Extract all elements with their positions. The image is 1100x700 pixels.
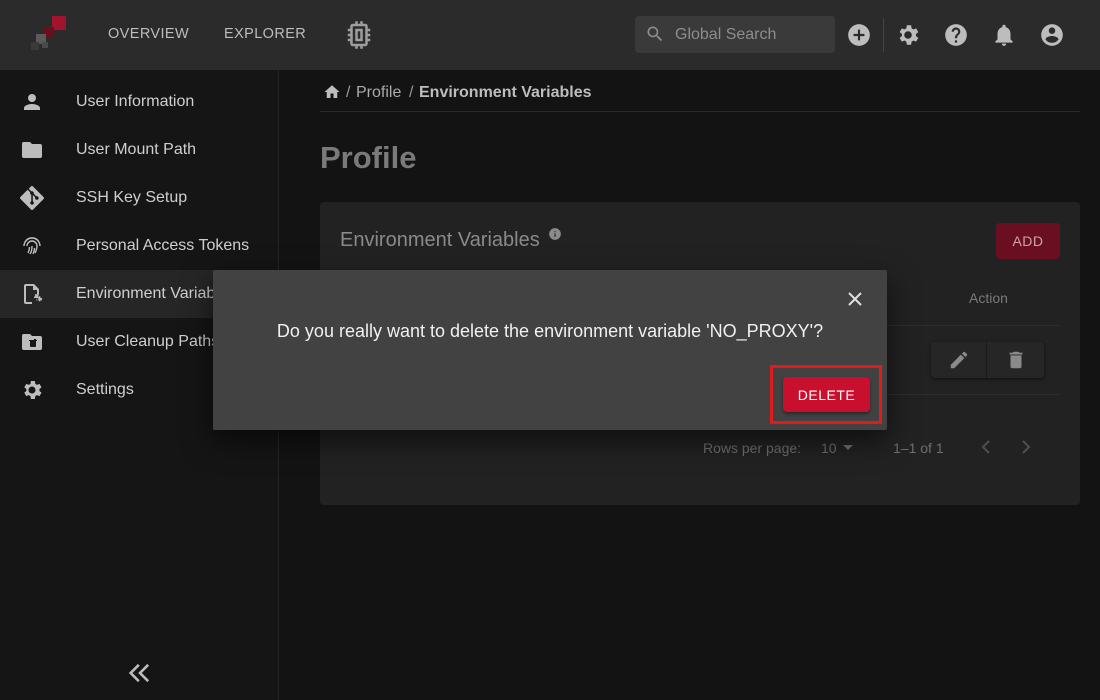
close-icon[interactable] <box>843 287 867 311</box>
confirm-delete-dialog: Do you really want to delete the environ… <box>213 270 887 430</box>
dialog-message: Do you really want to delete the environ… <box>276 321 824 341</box>
app-root: OVERVIEW EXPLORER U <box>0 0 1100 700</box>
delete-button[interactable]: DELETE <box>783 377 870 412</box>
